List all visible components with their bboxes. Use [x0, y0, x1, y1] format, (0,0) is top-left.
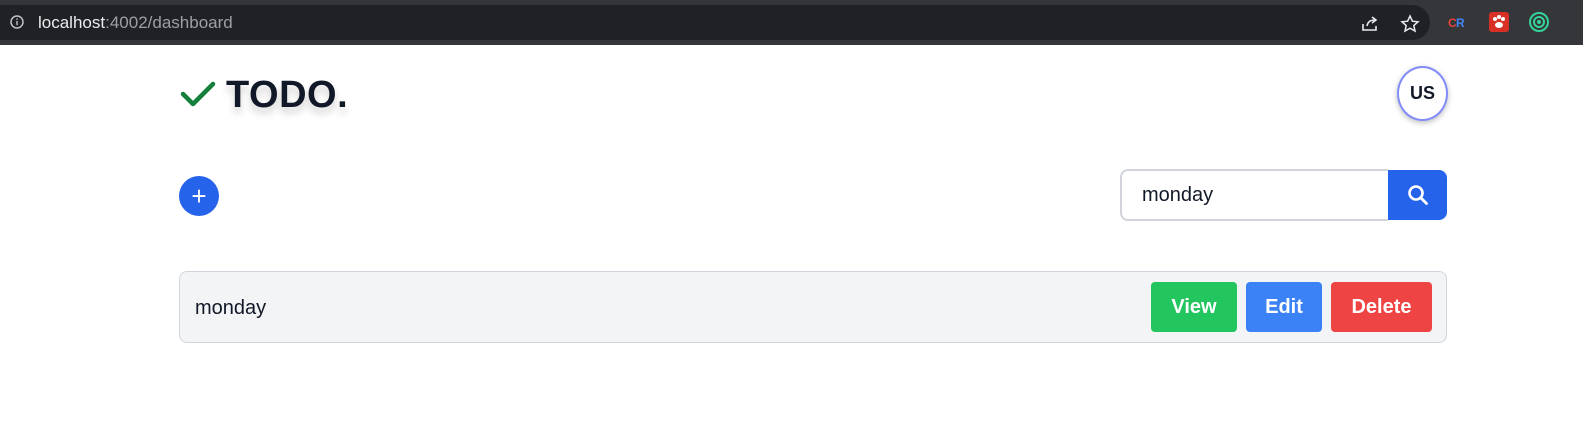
- check-icon: [180, 81, 216, 107]
- search-icon: [1407, 185, 1428, 205]
- edit-button[interactable]: Edit: [1246, 282, 1322, 332]
- info-icon[interactable]: [10, 15, 24, 29]
- url-host: localhost: [38, 13, 106, 32]
- logo-title: TODO.: [226, 74, 349, 116]
- user-avatar-button[interactable]: US: [1397, 66, 1448, 121]
- view-button[interactable]: View: [1151, 282, 1237, 332]
- extension-cr-icon[interactable]: C R: [1447, 11, 1469, 33]
- share-icon[interactable]: [1360, 14, 1380, 34]
- url-text[interactable]: localhost:4002/dashboard: [38, 13, 233, 32]
- extension-target-icon[interactable]: [1528, 11, 1550, 33]
- url-path: :4002/dashboard: [105, 13, 233, 32]
- extension-paw-icon[interactable]: [1488, 11, 1510, 33]
- svg-text:R: R: [1456, 16, 1465, 30]
- todo-item: monday View Edit Delete: [179, 271, 1447, 343]
- search-input[interactable]: [1120, 169, 1388, 221]
- address-bar[interactable]: localhost:4002/dashboard: [0, 5, 1430, 40]
- search-button[interactable]: [1388, 170, 1447, 220]
- browser-toolbar: localhost:4002/dashboard C R: [0, 0, 1583, 45]
- add-todo-button[interactable]: +: [179, 176, 219, 216]
- bookmark-star-icon[interactable]: [1400, 14, 1420, 34]
- todo-title: monday: [195, 297, 267, 319]
- delete-button[interactable]: Delete: [1331, 282, 1432, 332]
